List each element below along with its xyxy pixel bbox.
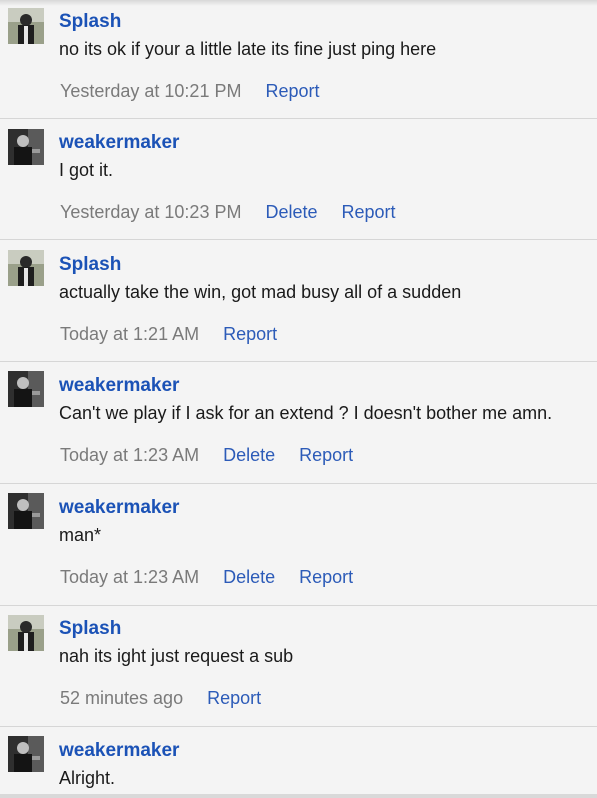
message-item: weakermaker I got it. Yesterday at 10:23… (0, 121, 597, 240)
message-author[interactable]: weakermaker (59, 132, 179, 154)
report-link[interactable]: Report (341, 202, 395, 222)
message-item: Splash no its ok if your a little late i… (0, 0, 597, 119)
message-meta: Yesterday at 10:23 PM Delete Report (60, 201, 396, 223)
report-link[interactable]: Report (299, 567, 353, 587)
delete-link[interactable]: Delete (265, 202, 317, 222)
message-divider (0, 118, 597, 119)
message-item: weakermaker man* Today at 1:23 AM Delete R… (0, 485, 597, 606)
message-author[interactable]: weakermaker (59, 740, 179, 762)
report-link[interactable]: Report (299, 445, 353, 465)
message-divider (0, 483, 597, 484)
message-meta: Today at 1:23 AM Delete Report (60, 566, 353, 588)
message-item: Splash actually take the win, got mad bu… (0, 242, 597, 362)
message-thread: Splash no its ok if your a little late i… (0, 0, 597, 798)
message-timestamp: Today at 1:23 AM (60, 567, 200, 587)
message-author[interactable]: weakermaker (59, 375, 179, 397)
message-timestamp: Today at 1:23 AM (60, 445, 200, 465)
splash-avatar[interactable] (8, 615, 44, 651)
delete-link[interactable]: Delete (223, 567, 275, 587)
message-author[interactable]: Splash (59, 254, 121, 276)
message-item: weakermaker Alright. (0, 728, 597, 798)
message-text: actually take the win, got mad busy all … (59, 282, 462, 302)
report-link[interactable]: Report (265, 81, 319, 101)
message-timestamp: Yesterday at 10:23 PM (60, 202, 242, 222)
message-meta: Yesterday at 10:21 PM Report (60, 80, 319, 102)
report-link[interactable]: Report (207, 688, 261, 708)
message-author[interactable]: Splash (59, 11, 121, 33)
message-text: I got it. (59, 160, 114, 180)
bottom-edge (0, 794, 597, 798)
message-text: no its ok if your a little late its fine… (59, 39, 437, 59)
weakermaker-avatar[interactable] (8, 129, 44, 165)
message-divider (0, 361, 597, 362)
message-author[interactable]: weakermaker (59, 497, 179, 519)
splash-avatar[interactable] (8, 250, 44, 286)
message-text: man* (59, 525, 102, 545)
message-item: Splash nah its ight just request a sub 5… (0, 606, 597, 727)
message-text: Can't we play if I ask for an extend ? I… (59, 403, 553, 423)
message-author[interactable]: Splash (59, 618, 121, 640)
weakermaker-avatar[interactable] (8, 736, 44, 772)
weakermaker-avatar[interactable] (8, 493, 44, 529)
message-meta: 52 minutes ago Report (60, 687, 261, 709)
message-divider (0, 239, 597, 240)
message-timestamp: 52 minutes ago (60, 688, 184, 708)
message-text: nah its ight just request a sub (59, 646, 294, 666)
splash-avatar[interactable] (8, 8, 44, 44)
message-meta: Today at 1:21 AM Report (60, 323, 277, 345)
delete-link[interactable]: Delete (223, 445, 275, 465)
report-link[interactable]: Report (223, 324, 277, 344)
message-item: weakermaker Can't we play if I ask for a… (0, 363, 597, 484)
message-timestamp: Today at 1:21 AM (60, 324, 200, 344)
message-text: Alright. (59, 768, 116, 788)
message-divider (0, 726, 597, 727)
message-timestamp: Yesterday at 10:21 PM (60, 81, 242, 101)
message-meta: Today at 1:23 AM Delete Report (60, 444, 353, 466)
weakermaker-avatar[interactable] (8, 371, 44, 407)
